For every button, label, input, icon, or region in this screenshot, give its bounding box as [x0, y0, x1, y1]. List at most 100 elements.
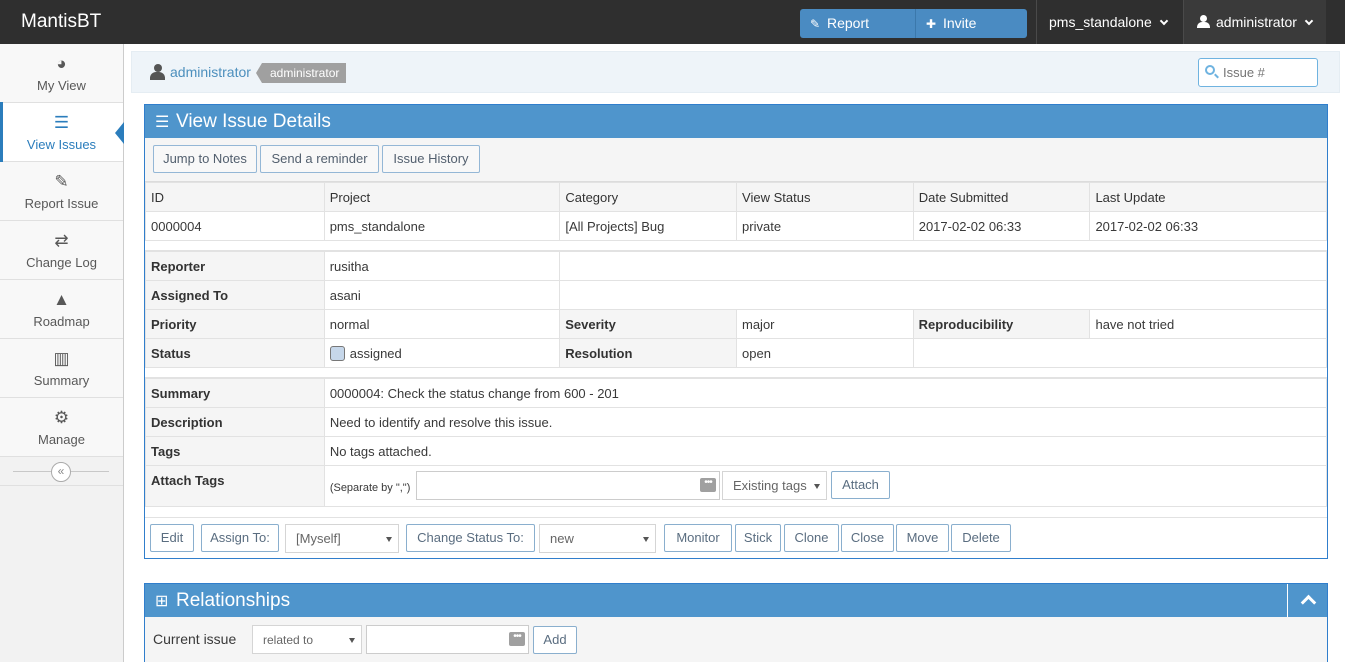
- issue-view-status: private: [736, 211, 914, 241]
- reproducibility-value: have not tried: [1089, 309, 1327, 339]
- issue-date-submitted: 2017-02-02 06:33: [912, 211, 1091, 241]
- caret-down-icon: [643, 537, 649, 542]
- ellipsis-icon[interactable]: •••: [700, 478, 716, 492]
- table-row: Status assigned Resolution open: [145, 338, 1328, 368]
- jump-to-notes-button[interactable]: Jump to Notes: [153, 145, 257, 173]
- issue-attributes-table: Reporter rusitha Assigned To asani Prior…: [145, 251, 1328, 368]
- top-navbar: MantisBT ✎Report Issue ✚Invite Users pms…: [0, 0, 1345, 61]
- empty-cell: [559, 251, 1327, 281]
- description-value: Need to identify and resolve this issue.: [323, 407, 1328, 437]
- reporter-label: Reporter: [145, 251, 325, 281]
- panel-title: Relationships: [176, 590, 291, 611]
- list-icon: ☰: [53, 113, 70, 132]
- chevron-up-icon[interactable]: [1287, 584, 1327, 617]
- monitor-button[interactable]: Monitor: [664, 524, 732, 552]
- send-reminder-button[interactable]: Send a reminder: [260, 145, 379, 173]
- collapse-sidebar-icon[interactable]: «: [51, 462, 71, 482]
- status-text: assigned: [349, 345, 402, 361]
- sidebar-item-label: Summary: [33, 373, 90, 388]
- sidebar: ◕ My View ☰ View Issues ✎ Report Issue ⇄…: [0, 44, 124, 662]
- status-color-swatch: [329, 345, 345, 361]
- sidebar-item-label: Change Log: [26, 255, 97, 270]
- table-row: Tags No tags attached.: [145, 436, 1328, 466]
- retweet-icon: ⇄: [54, 231, 69, 250]
- bars-icon: ☰: [155, 114, 170, 131]
- resolution-value: open: [736, 338, 914, 368]
- status-value: assigned: [323, 338, 561, 368]
- sidebar-item-manage[interactable]: ⚙ Manage: [0, 398, 123, 457]
- assigned-to-label: Assigned To: [145, 280, 325, 310]
- table-row: Priority normal Severity major Reproduci…: [145, 309, 1327, 339]
- change-status-select[interactable]: new: [539, 524, 656, 553]
- sidebar-item-summary[interactable]: ▥ Summary: [0, 339, 123, 398]
- attach-button[interactable]: Attach: [831, 471, 890, 499]
- relationships-panel: ⊞ Relationships Current issue related to …: [144, 583, 1328, 662]
- relationship-type-selected: related to: [263, 633, 314, 647]
- close-button[interactable]: Close: [841, 524, 894, 552]
- caret-down-icon: [349, 638, 355, 643]
- priority-value: normal: [323, 309, 561, 339]
- reporter-value: rusitha: [323, 251, 561, 281]
- add-relationship-button[interactable]: Add: [533, 626, 577, 654]
- empty-cell: [912, 338, 1328, 368]
- severity-value: major: [736, 309, 914, 339]
- column-header: Project: [323, 182, 561, 212]
- tag-string-input[interactable]: •••: [416, 471, 720, 500]
- assigned-to-value: asani: [323, 280, 561, 310]
- table-row: Assigned To asani: [145, 280, 1327, 310]
- ellipsis-icon[interactable]: •••: [509, 632, 525, 646]
- existing-tags-selected: Existing tags: [733, 478, 807, 493]
- column-header: Last Update: [1089, 182, 1327, 212]
- project-selector[interactable]: pms_standalone: [1036, 0, 1183, 44]
- table-row: Description Need to identify and resolve…: [145, 407, 1328, 437]
- sidebar-item-view-issues[interactable]: ☰ View Issues: [0, 102, 124, 162]
- table-row: 0000004 pms_standalone [All Projects] Bu…: [145, 211, 1327, 241]
- assign-to-button[interactable]: Assign To:: [201, 524, 279, 552]
- edit-button[interactable]: Edit: [150, 524, 194, 552]
- priority-label: Priority: [145, 309, 325, 339]
- clone-button[interactable]: Clone: [784, 524, 839, 552]
- issue-id: 0000004: [145, 211, 325, 241]
- issue-toolbar: Jump to Notes Send a reminder Issue Hist…: [145, 138, 1327, 182]
- sidebar-item-report-issue[interactable]: ✎ Report Issue: [0, 162, 123, 221]
- reproducibility-label: Reproducibility: [912, 309, 1091, 339]
- issue-actions-bar: Edit Assign To: [Myself] Change Status T…: [145, 517, 1327, 558]
- related-issue-input[interactable]: •••: [366, 625, 529, 654]
- change-status-button[interactable]: Change Status To:: [406, 524, 535, 552]
- role-badge: administrator: [255, 63, 347, 83]
- issue-number-input[interactable]: [1198, 58, 1318, 87]
- divider: [145, 241, 1327, 251]
- invite-users-button[interactable]: ✚Invite Users: [915, 9, 1027, 61]
- panel-header: ☰ View Issue Details: [145, 105, 1327, 138]
- sidebar-item-change-log[interactable]: ⇄ Change Log: [0, 221, 123, 280]
- gears-icon: ⚙: [53, 408, 70, 427]
- assign-to-select[interactable]: [Myself]: [285, 524, 399, 553]
- issue-history-button[interactable]: Issue History: [382, 145, 480, 173]
- empty-cell: [559, 280, 1327, 310]
- sidebar-item-label: My View: [37, 78, 86, 93]
- sidebar-item-my-view[interactable]: ◕ My View: [0, 44, 123, 103]
- user-menu[interactable]: administrator: [1183, 0, 1326, 44]
- relationship-type-select[interactable]: related to: [252, 625, 362, 654]
- chevron-down-icon: [1159, 16, 1168, 26]
- stick-button[interactable]: Stick: [735, 524, 781, 552]
- divider: [145, 368, 1327, 378]
- existing-tags-select[interactable]: Existing tags: [722, 471, 827, 500]
- delete-button[interactable]: Delete: [951, 524, 1011, 552]
- panel-title: View Issue Details: [176, 111, 331, 132]
- assign-to-selected: [Myself]: [296, 531, 341, 546]
- move-button[interactable]: Move: [896, 524, 949, 552]
- search-icon: [1205, 65, 1215, 75]
- brand-logo[interactable]: MantisBT: [21, 11, 101, 33]
- tags-label: Tags: [145, 436, 325, 466]
- tags-value: No tags attached.: [323, 436, 1328, 466]
- report-issue-button[interactable]: ✎Report Issue: [800, 9, 915, 61]
- dashboard-icon: ◕: [56, 54, 67, 73]
- panel-header: ⊞ Relationships: [145, 584, 1327, 617]
- column-header: View Status: [736, 182, 914, 212]
- breadcrumb-user-link[interactable]: administrator: [170, 64, 251, 80]
- summary-value: 0000004: Check the status change from 60…: [323, 378, 1328, 408]
- sitemap-icon: ⊞: [155, 593, 169, 610]
- sidebar-item-roadmap[interactable]: ▲ Roadmap: [0, 280, 123, 339]
- sidebar-item-label: Manage: [38, 432, 85, 447]
